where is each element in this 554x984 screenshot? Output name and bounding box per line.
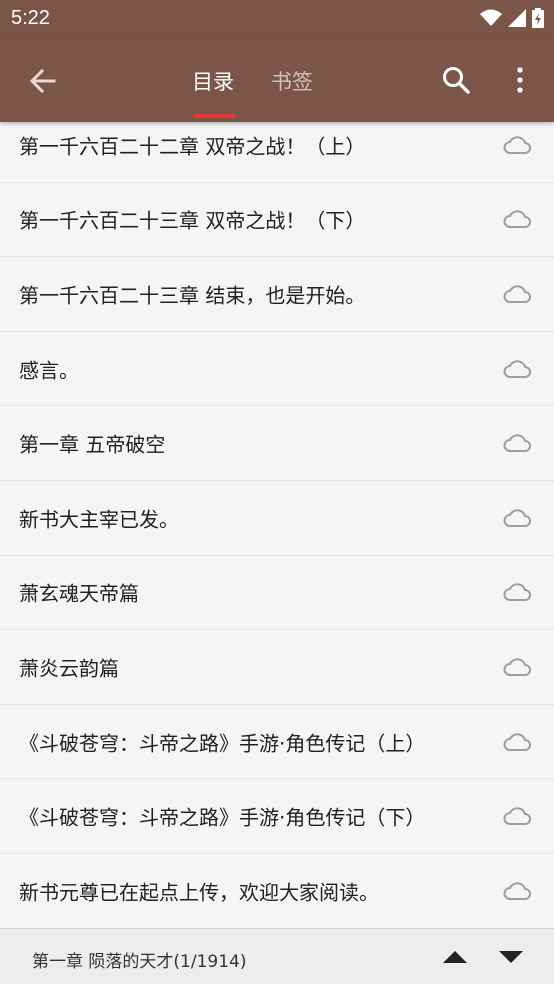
cloud-icon <box>503 210 531 229</box>
wifi-icon <box>480 9 502 26</box>
chapter-row[interactable]: 新书大主宰已发。 <box>0 480 554 556</box>
back-button[interactable] <box>22 60 64 102</box>
cloud-icon <box>503 359 531 378</box>
chapter-title: 新书大主宰已发。 <box>19 507 179 532</box>
triangle-down-icon <box>499 951 523 963</box>
chapter-title: 第一章 五帝破空 <box>19 432 166 457</box>
cloud-icon <box>503 658 531 676</box>
chapter-title: 萧炎云韵篇 <box>19 656 119 681</box>
chapter-title: 感言。 <box>19 358 79 383</box>
tab-table-of-contents[interactable]: 目录 <box>192 66 234 96</box>
chapter-row[interactable]: 萧炎云韵篇 <box>0 630 554 705</box>
chapter-title: 《斗破苍穹：斗帝之路》手游·角色传记（下） <box>19 805 426 830</box>
battery-icon <box>532 8 544 28</box>
cloud-icon <box>503 732 531 751</box>
cloud-icon <box>503 583 531 602</box>
chapter-title: 第一千六百二十三章 双帝之战！（下） <box>19 208 366 233</box>
current-chapter-label[interactable]: 第一章 陨落的天才(1/1914) <box>32 947 246 972</box>
status-icons <box>480 7 544 29</box>
chapter-row[interactable]: 《斗破苍穹：斗帝之路》手游·角色传记（上） <box>0 704 554 780</box>
status-bar: 5:22 <box>0 0 554 38</box>
scroll-up-button[interactable] <box>440 943 470 971</box>
tab-indicator <box>193 114 235 118</box>
bottom-bar: 第一章 陨落的天才(1/1914) <box>0 928 554 984</box>
triangle-up-icon <box>443 951 467 963</box>
cloud-icon <box>503 509 531 527</box>
cloud-icon <box>503 136 531 154</box>
chapter-title: 新书元尊已在起点上传，欢迎大家阅读。 <box>19 880 379 905</box>
app-bar: 目录 书签 <box>0 38 554 122</box>
chapter-row[interactable]: 第一千六百二十三章 双帝之战！（下） <box>0 182 554 258</box>
chapter-row[interactable]: 新书元尊已在起点上传，欢迎大家阅读。 <box>0 853 554 929</box>
cloud-icon <box>503 434 531 453</box>
chapter-title: 萧玄魂天帝篇 <box>19 581 139 606</box>
chapter-row[interactable]: 萧玄魂天帝篇 <box>0 555 554 631</box>
chapter-row[interactable]: 感言。 <box>0 331 554 407</box>
arrow-back-icon <box>30 69 56 93</box>
signal-icon <box>508 9 526 27</box>
tab-bookmarks[interactable]: 书签 <box>271 66 313 96</box>
chapter-title: 《斗破苍穹：斗帝之路》手游·角色传记（上） <box>19 731 426 756</box>
more-options-button[interactable] <box>505 60 535 100</box>
chapter-row[interactable]: 《斗破苍穹：斗帝之路》手游·角色传记（下） <box>0 779 554 854</box>
cloud-icon <box>503 807 531 826</box>
more-vert-icon <box>517 67 523 93</box>
search-icon <box>443 67 470 94</box>
chapter-row[interactable]: 第一章 五帝破空 <box>0 406 554 481</box>
cloud-icon <box>503 285 531 303</box>
chapter-title: 第一千六百二十三章 结束，也是开始。 <box>19 283 366 308</box>
cloud-icon <box>503 881 531 900</box>
chapter-row[interactable]: 第一千六百二十三章 结束，也是开始。 <box>0 257 554 332</box>
scroll-down-button[interactable] <box>496 943 526 971</box>
chapter-list[interactable]: 第一千六百二十二章 双帝之战！（上） 第一千六百二十三章 双帝之战！（下） 第一… <box>0 108 554 929</box>
chapter-title: 第一千六百二十二章 双帝之战！（上） <box>19 134 366 159</box>
status-time: 5:22 <box>11 7 50 29</box>
search-button[interactable] <box>436 60 476 100</box>
